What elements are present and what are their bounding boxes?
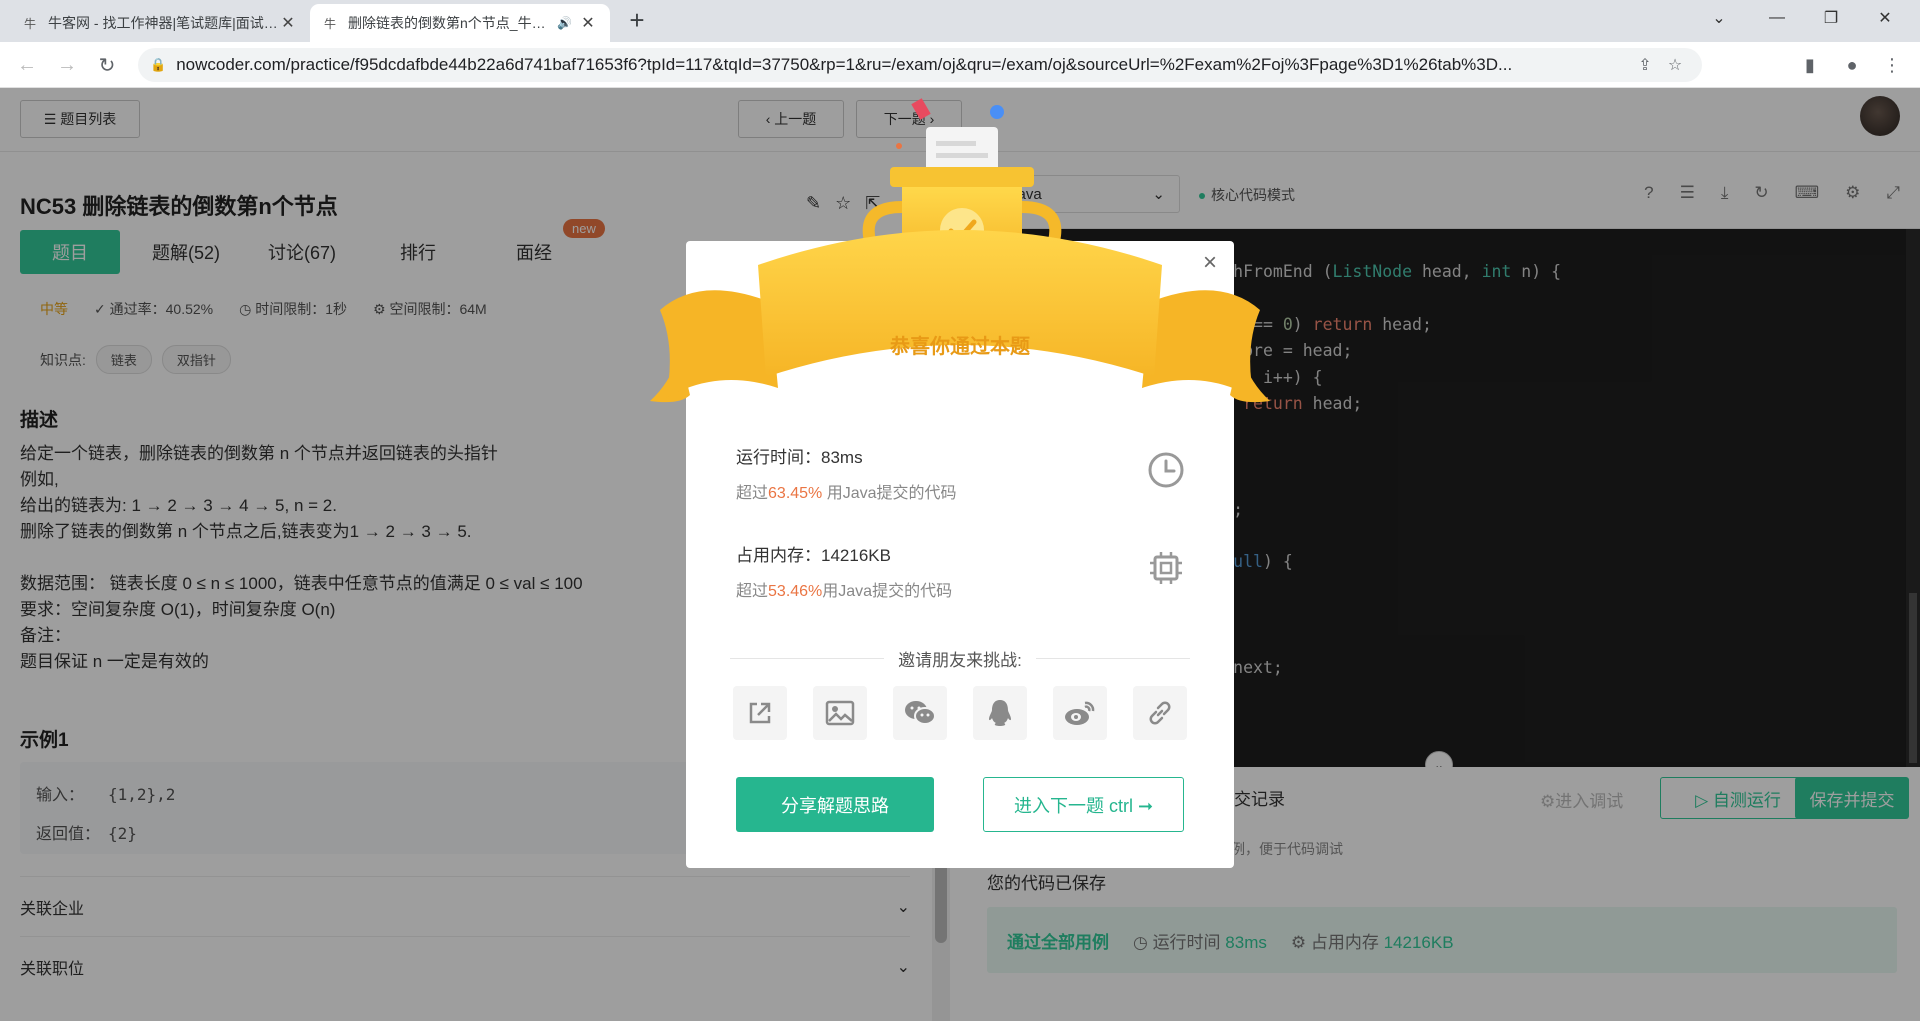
invite-divider: 邀请朋友来挑战: [730, 646, 1191, 671]
nowcoder-favicon-icon: 牛 [323, 16, 336, 31]
trophy-banner [650, 98, 1270, 403]
tab-close-icon[interactable]: ✕ [578, 13, 598, 33]
window-close-icon[interactable]: ✕ [1862, 0, 1908, 36]
side-panel-icon[interactable]: ▮ [1794, 50, 1826, 80]
share-wechat-icon[interactable] [893, 686, 947, 740]
minimize-icon[interactable]: — [1754, 0, 1800, 36]
browser-menu-icon[interactable]: ⋮ [1876, 50, 1908, 80]
browser-tab-bar: 牛 牛客网 - 找工作神器|笔试题库|面试经验|实习招聘内推，求职就业一站解决_… [0, 0, 1920, 42]
confetti [990, 105, 1004, 119]
profile-icon[interactable]: ● [1836, 50, 1868, 80]
back-icon[interactable]: ← [12, 50, 42, 80]
run-time-beat-pct: 63.45% [768, 485, 823, 502]
share-weibo-icon[interactable] [1053, 686, 1107, 740]
divider-line [730, 658, 885, 659]
new-tab-button[interactable]: + [622, 6, 652, 36]
share-image-icon[interactable] [813, 686, 867, 740]
url-omnibox[interactable]: 🔒 nowcoder.com/practice/f95dcdafbde44b22… [138, 48, 1702, 82]
confetti [911, 98, 931, 120]
nowcoder-favicon-icon: 牛 [23, 16, 36, 31]
lock-icon[interactable]: 🔒 [150, 57, 166, 73]
ribbon-end [1142, 290, 1260, 398]
run-time-stat: 运行时间：83ms [736, 448, 863, 467]
banner-text: 恭喜你通过本题 [890, 336, 1030, 358]
tab-title: 删除链表的倒数第n个节点_牛客题霸_牛客网 [348, 15, 551, 31]
share-page-icon[interactable]: ⇪ [1630, 55, 1660, 75]
browser-tab-nowcoder-home[interactable]: 牛 牛客网 - 找工作神器|笔试题库|面试经验|实习招聘内推，求职就业一站解决_… [10, 4, 310, 42]
run-time-beat: 超过63.45% 用Java提交的代码 [736, 485, 957, 502]
ribbon-end [660, 290, 778, 398]
invite-text: 邀请朋友来挑战: [898, 651, 1022, 670]
memory-beat: 超过53.46%用Java提交的代码 [736, 583, 953, 600]
clock-icon [1146, 450, 1186, 490]
bookmark-star-icon[interactable]: ☆ [1660, 55, 1690, 75]
tab-title: 牛客网 - 找工作神器|笔试题库|面试经验|实习招聘内推，求职就业一站解决_牛客… [48, 15, 278, 31]
reload-icon[interactable]: ↻ [92, 50, 122, 80]
memory-beat-pct: 53.46% [768, 583, 823, 600]
speaker-icon[interactable]: 🔊 [557, 16, 572, 30]
paper-line [936, 141, 976, 146]
trophy-rim [890, 167, 1034, 187]
confetti [896, 143, 902, 149]
paper-line [936, 153, 988, 158]
share-solution-button[interactable]: 分享解题思路 [736, 777, 934, 832]
next-problem-modal-button[interactable]: 进入下一题 ctrl ➞ [983, 777, 1184, 832]
address-bar: ← → ↻ 🔒 nowcoder.com/practice/f95dcdafbd… [0, 42, 1920, 88]
browser-tab-problem[interactable]: 牛 删除链表的倒数第n个节点_牛客题霸_牛客网 🔊 ✕ [310, 4, 610, 42]
tab-search-chevron-icon[interactable]: ⌄ [1696, 0, 1742, 36]
share-qq-icon[interactable] [973, 686, 1027, 740]
copy-link-icon[interactable] [1133, 686, 1187, 740]
tab-close-icon[interactable]: ✕ [278, 13, 298, 33]
memory-stat: 占用内存：14216KB [736, 546, 891, 565]
forward-icon[interactable]: → [52, 50, 82, 80]
divider-line [1035, 658, 1191, 659]
modal-close-button[interactable]: × [1196, 250, 1224, 278]
restore-icon[interactable]: ❐ [1808, 0, 1854, 36]
url-text: nowcoder.com/practice/f95dcdafbde44b22a6… [176, 55, 1513, 74]
chip-icon [1146, 548, 1186, 588]
share-link-out-icon[interactable] [733, 686, 787, 740]
